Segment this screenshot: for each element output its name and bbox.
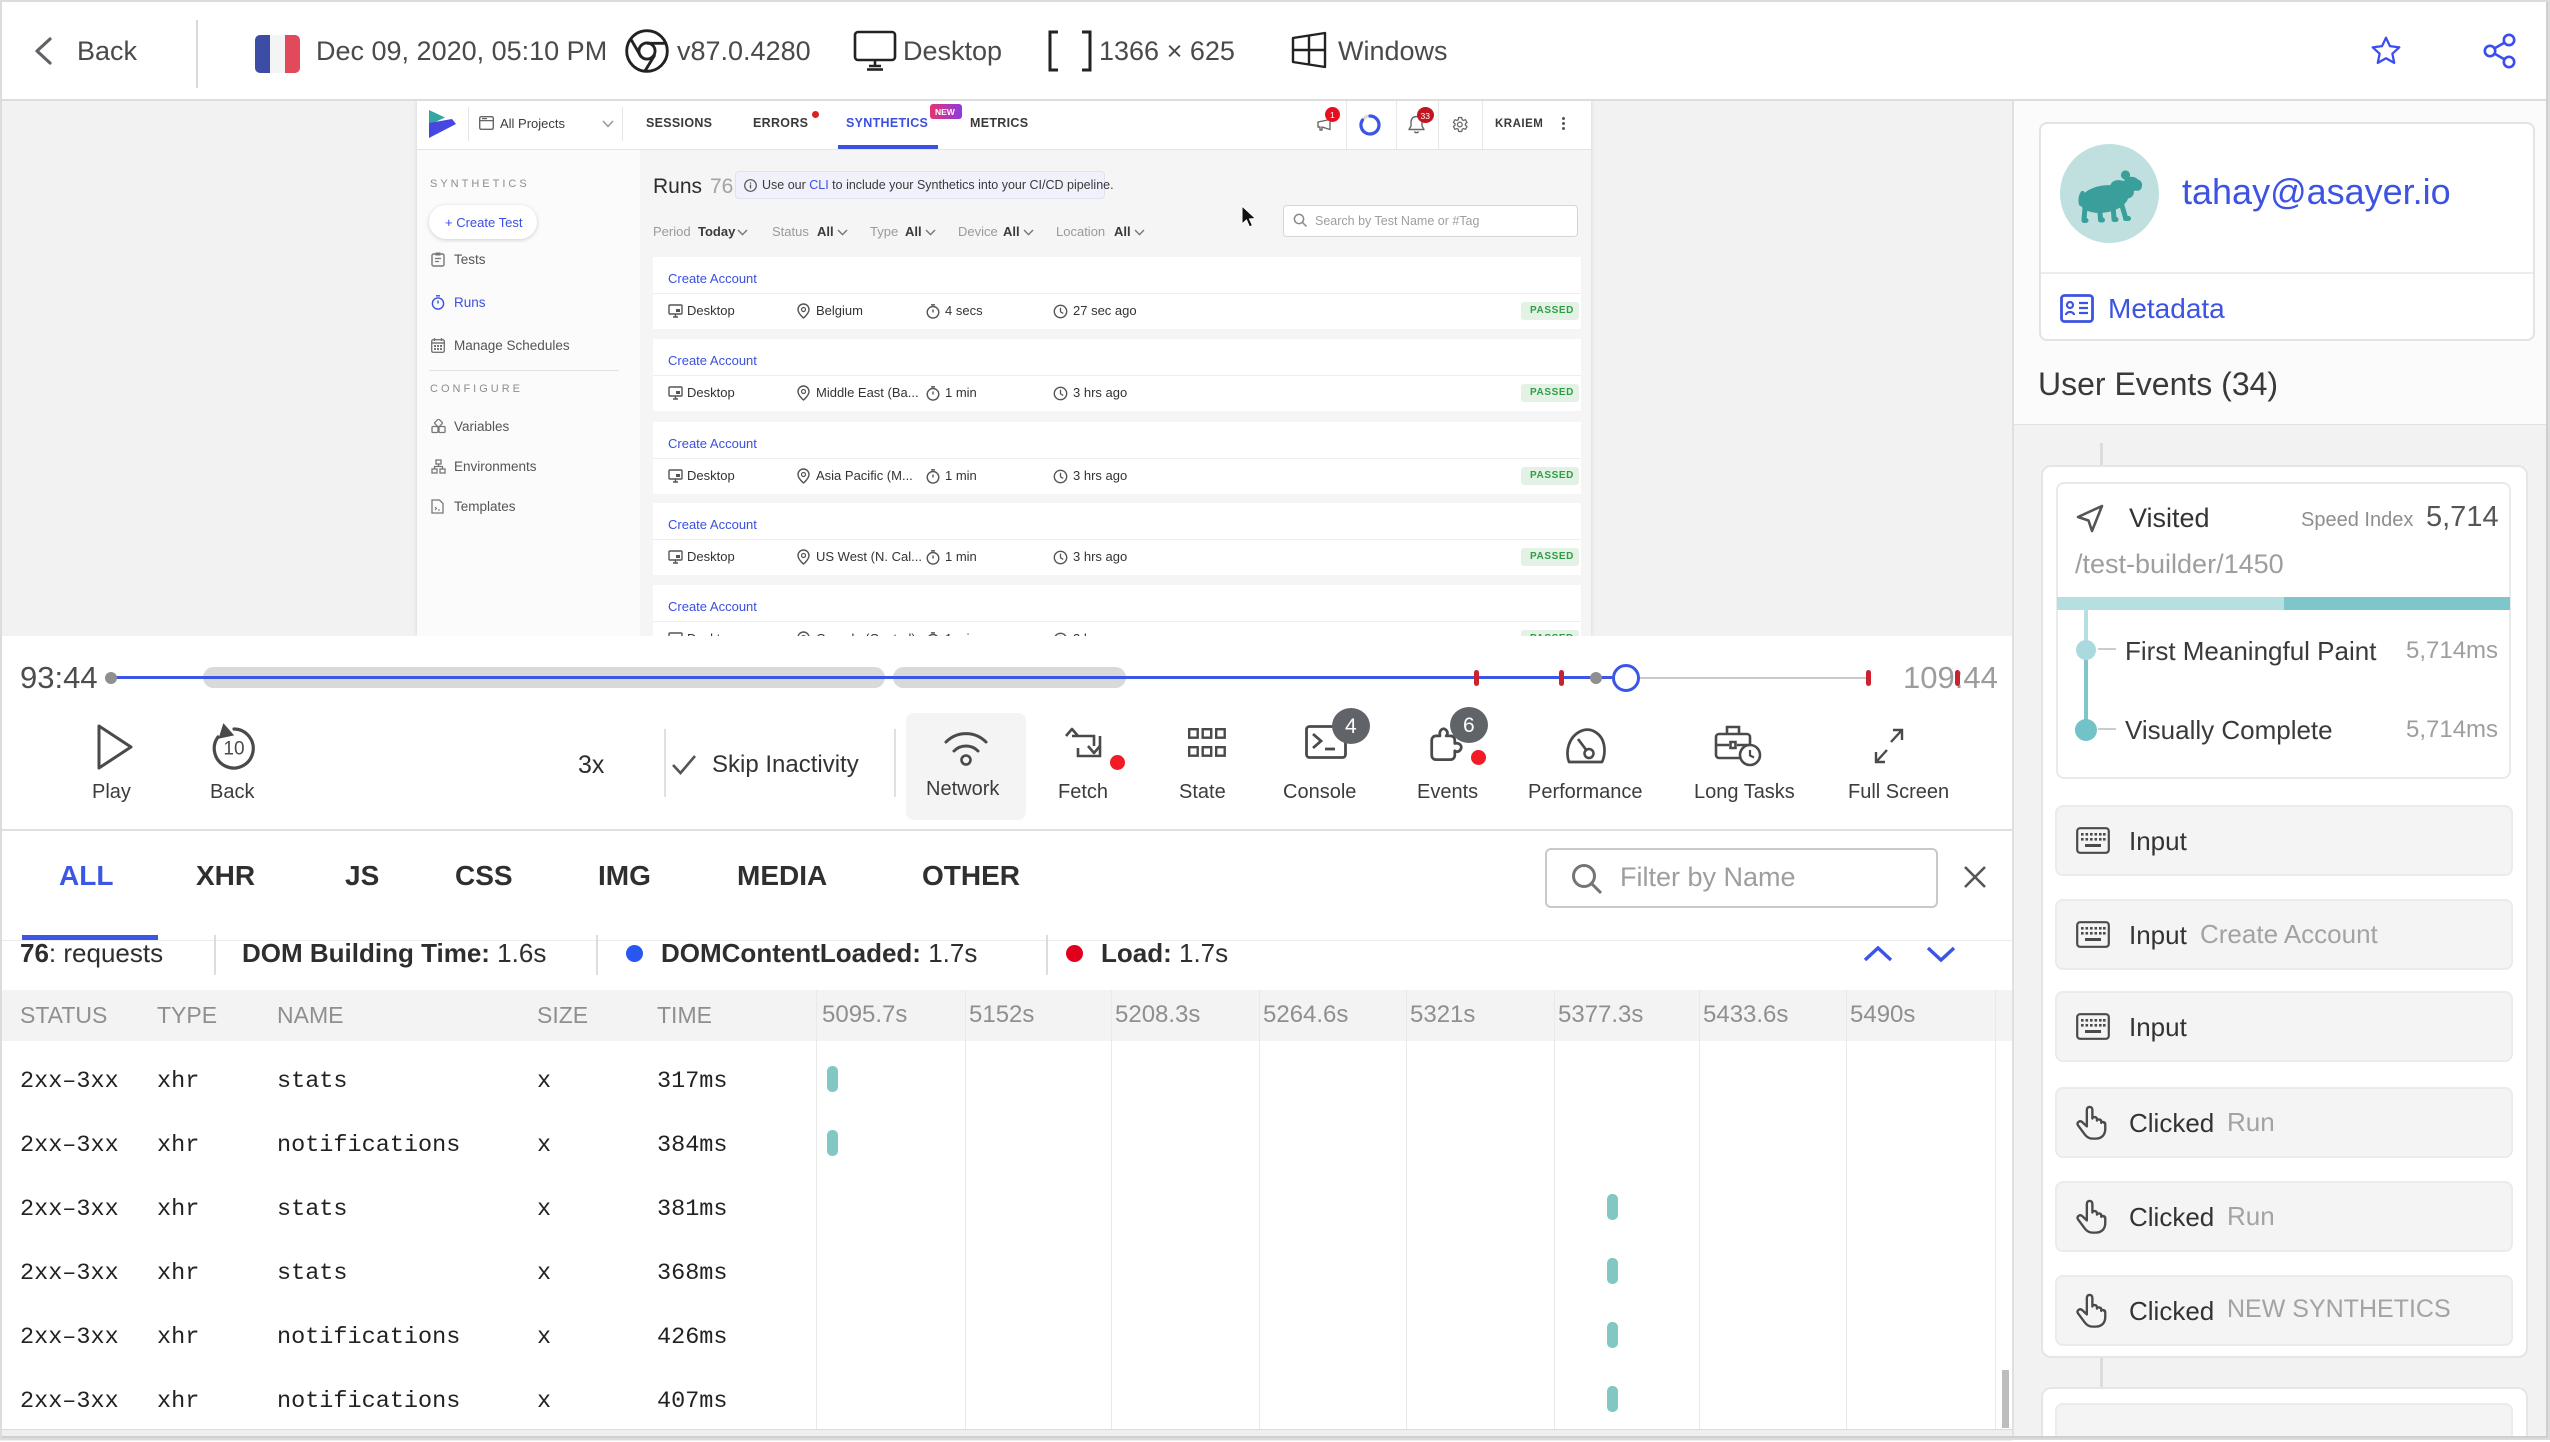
svg-text:10: 10 [223,739,244,760]
